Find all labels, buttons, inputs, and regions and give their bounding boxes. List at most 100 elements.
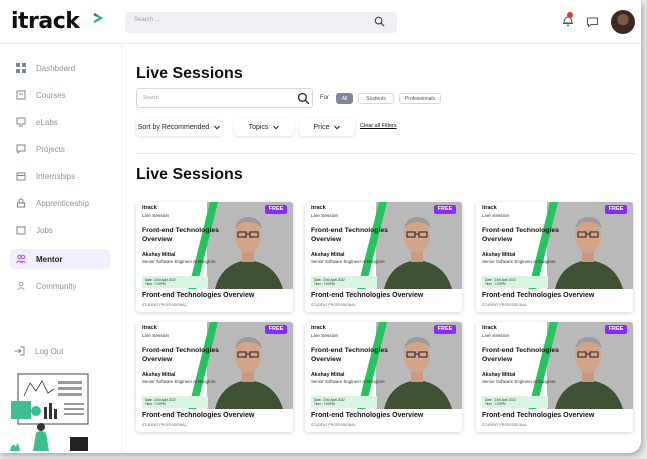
price-badge: FREE: [434, 325, 456, 334]
logo-chevron-icon: [93, 13, 104, 23]
sidebar-item-apprenticeship[interactable]: Apprenticeship: [10, 193, 110, 213]
chevron-down-icon: [214, 125, 221, 130]
global-search-bar[interactable]: Search ...: [125, 12, 397, 33]
grid-icon: [16, 63, 26, 73]
price-badge: FREE: [434, 205, 456, 214]
chat-icon: [16, 144, 26, 154]
session-banner[interactable]: itrack Live Session Front-end Technologi…: [305, 202, 462, 289]
card-speaker-role: Senior Software Engineer at Banglore: [142, 259, 216, 264]
search-icon[interactable]: [374, 16, 385, 27]
card-title[interactable]: Front-end Technologies Overview: [482, 412, 594, 419]
sidebar-item-jobs[interactable]: Jobs: [10, 220, 110, 240]
card-title[interactable]: Front-end Technologies Overview: [142, 412, 254, 419]
notification-dot: [567, 12, 573, 18]
session-banner[interactable]: itrack Live Session Front-end Technologi…: [476, 202, 633, 289]
card-session-type: Live Session: [482, 334, 510, 339]
sidebar-item-courses[interactable]: Courses: [10, 85, 110, 105]
speaker-photo: [376, 202, 462, 289]
briefcase-icon: [16, 226, 26, 235]
card-time: Time : 7:00PM: [314, 282, 335, 286]
card-time: Time : 7:00PM: [485, 402, 506, 406]
card-audience-tag: STUDENT PROFESSIONAL: [482, 423, 527, 427]
for-label: For: [320, 95, 329, 101]
card-speaker-name: Akshay Mittal: [482, 252, 516, 258]
price-badge: FREE: [265, 205, 287, 214]
card-banner-title: Front-end Technologies Overview: [142, 227, 219, 243]
session-card[interactable]: itrack Live Session Front-end Technologi…: [305, 322, 462, 432]
session-card[interactable]: itrack Live Session Front-end Technologi…: [305, 202, 462, 312]
sidebar-item-community[interactable]: Community: [10, 276, 110, 296]
sidebar: Dashboard Courses eLabs Projects Interns…: [0, 45, 122, 453]
sidebar-item-label: Courses: [36, 90, 66, 100]
card-audience-tag: STUDENT PROFESSIONAL: [142, 303, 187, 307]
notifications-button[interactable]: [562, 12, 574, 32]
audience-all-pill[interactable]: All: [336, 93, 353, 104]
card-speaker-name: Akshay Mittal: [482, 372, 516, 378]
monitor-icon: [16, 117, 26, 127]
card-datetime-box: Date : 23rd April 2022 Time : 7:00PM: [311, 276, 377, 288]
session-banner[interactable]: itrack Live Session Front-end Technologi…: [476, 322, 633, 409]
card-banner-title: Front-end Technologies Overview: [142, 347, 219, 363]
speaker-photo: [376, 322, 462, 409]
logout-button[interactable]: Log Out: [14, 346, 63, 356]
messages-button[interactable]: [586, 15, 599, 33]
global-search-placeholder[interactable]: Search ...: [134, 17, 160, 23]
session-banner[interactable]: itrack Live Session Front-end Technologi…: [136, 202, 293, 289]
card-audience-tag: STUDENT PROFESSIONAL: [311, 303, 356, 307]
topics-dropdown[interactable]: Topics: [234, 118, 294, 136]
search-icon[interactable]: [297, 92, 310, 105]
user-avatar[interactable]: [611, 10, 635, 34]
session-banner[interactable]: itrack Live Session Front-end Technologi…: [305, 322, 462, 409]
card-banner-title: Front-end Technologies Overview: [311, 347, 388, 363]
itrack-logo[interactable]: itrack: [11, 9, 104, 34]
price-dropdown[interactable]: Price: [299, 118, 355, 136]
chevron-down-icon: [334, 125, 341, 130]
session-card[interactable]: itrack Live Session Front-end Technologi…: [136, 202, 293, 312]
sidebar-item-label: Apprenticeship: [36, 198, 89, 208]
card-audience-tag: STUDENT PROFESSIONAL: [142, 423, 187, 427]
card-speaker-role: Senior Software Engineer at Banglore: [482, 379, 556, 384]
card-speaker-name: Akshay Mittal: [311, 372, 345, 378]
sort-dropdown[interactable]: Sort by Recommended: [136, 118, 222, 136]
sidebar-item-dashboard[interactable]: Dashboard: [10, 58, 110, 78]
session-card[interactable]: itrack Live Session Front-end Technologi…: [476, 202, 633, 312]
sidebar-item-label: Dashboard: [36, 63, 76, 73]
section-title: Live Sessions: [136, 166, 243, 183]
card-title[interactable]: Front-end Technologies Overview: [482, 292, 594, 299]
speaker-photo: [207, 322, 293, 409]
card-title[interactable]: Front-end Technologies Overview: [311, 412, 423, 419]
book-icon: [16, 90, 26, 100]
people-icon: [17, 281, 25, 291]
session-banner[interactable]: itrack Live Session Front-end Technologi…: [136, 322, 293, 409]
page-title: Live Sessions: [136, 65, 243, 82]
sidebar-item-internships[interactable]: Internships: [10, 166, 110, 186]
chat-bubble-icon[interactable]: [586, 16, 599, 28]
audience-students-pill[interactable]: Students: [358, 93, 394, 104]
card-speaker-name: Akshay Mittal: [311, 252, 345, 258]
card-title[interactable]: Front-end Technologies Overview: [311, 292, 423, 299]
card-banner-title: Front-end Technologies Overview: [482, 227, 559, 243]
sidebar-item-mentor[interactable]: Mentor: [10, 249, 110, 269]
topics-label: Topics: [248, 123, 269, 131]
card-title[interactable]: Front-end Technologies Overview: [142, 292, 254, 299]
sort-label: Sort by Recommended: [137, 123, 210, 131]
card-speaker-name: Akshay Mittal: [142, 372, 176, 378]
logout-icon: [14, 346, 25, 356]
price-label: Price: [313, 123, 330, 131]
sidebar-item-projects[interactable]: Projects: [10, 139, 110, 159]
sidebar-item-elabs[interactable]: eLabs: [10, 112, 110, 132]
card-session-type: Live Session: [142, 214, 170, 219]
users-icon: [16, 254, 26, 264]
sidebar-item-label: Community: [36, 281, 77, 291]
audience-professionals-pill[interactable]: Professionals: [399, 93, 441, 104]
session-card[interactable]: itrack Live Session Front-end Technologi…: [136, 322, 293, 432]
card-time: Time : 7:00PM: [314, 402, 335, 406]
session-card[interactable]: itrack Live Session Front-end Technologi…: [476, 322, 633, 432]
speaker-photo: [547, 202, 633, 289]
calendar-icon: [16, 172, 26, 181]
card-datetime-box: Date : 23rd April 2022 Time : 7:00PM: [311, 396, 377, 408]
card-brand: itrack: [142, 325, 157, 331]
session-search-placeholder[interactable]: Search: [143, 95, 159, 101]
clear-filters-link[interactable]: Clear all Filters: [360, 123, 397, 129]
session-search-input[interactable]: Search: [136, 88, 313, 108]
